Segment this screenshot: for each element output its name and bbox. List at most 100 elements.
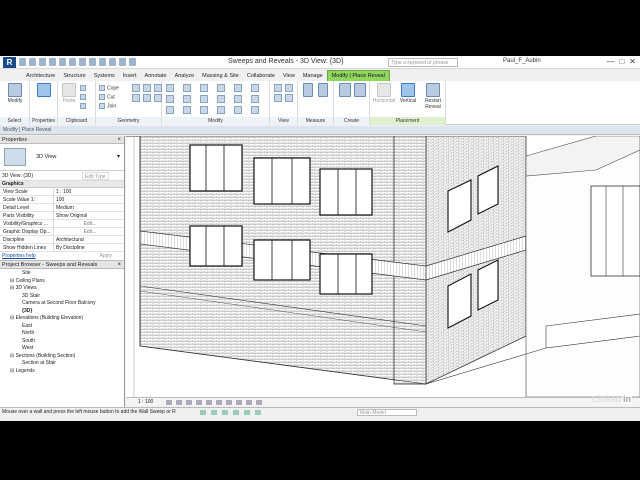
- tab-architecture[interactable]: Architecture: [22, 71, 59, 81]
- modify-button[interactable]: Modify: [4, 83, 26, 104]
- close-hidden-icon[interactable]: [129, 58, 136, 66]
- browser-item[interactable]: South: [0, 338, 124, 346]
- close-icon[interactable]: ✕: [629, 57, 636, 66]
- browser-item[interactable]: East: [0, 323, 124, 331]
- active-model-select[interactable]: Main Model: [357, 409, 417, 416]
- property-row[interactable]: View Scale 1 : 100: [0, 188, 124, 196]
- edit-button[interactable]: Edit...: [54, 228, 124, 235]
- thin-lines-icon[interactable]: [119, 58, 126, 66]
- hide-icon[interactable]: [274, 84, 282, 92]
- match-props-icon[interactable]: [80, 103, 88, 109]
- property-row[interactable]: Graphic Display Op... Edit...: [0, 228, 124, 236]
- building-model-drawing[interactable]: [126, 136, 640, 397]
- tab-systems[interactable]: Systems: [90, 71, 119, 81]
- browser-item[interactable]: Section at Stair: [0, 360, 124, 368]
- select-links-icon[interactable]: [222, 410, 228, 415]
- split-icon[interactable]: [234, 84, 242, 92]
- shadows-icon[interactable]: [196, 400, 202, 405]
- property-value[interactable]: By Discipline: [54, 244, 124, 251]
- dimension-button[interactable]: [317, 83, 329, 98]
- remove-paint-icon[interactable]: [154, 94, 162, 102]
- close-icon[interactable]: ×: [117, 136, 121, 144]
- property-value[interactable]: Architectural: [54, 236, 124, 243]
- join-button[interactable]: Join: [99, 103, 116, 109]
- delete-icon[interactable]: [234, 106, 242, 114]
- user-account[interactable]: Paul_F_Aubin: [503, 58, 541, 64]
- array-icon[interactable]: [234, 95, 242, 103]
- browser-item[interactable]: {3D}: [0, 308, 124, 316]
- cope-button[interactable]: Cope: [99, 85, 119, 91]
- tab-collaborate[interactable]: Collaborate: [243, 71, 279, 81]
- tab-modify-place-reveal[interactable]: Modify | Place Reveal: [326, 69, 390, 82]
- paint-icon[interactable]: [154, 84, 162, 92]
- cut-clip-icon[interactable]: [80, 85, 88, 91]
- undo-icon[interactable]: [39, 58, 46, 66]
- sun-path-icon[interactable]: [186, 400, 192, 405]
- dimension-icon[interactable]: [79, 58, 86, 66]
- print-icon[interactable]: [59, 58, 66, 66]
- search-input[interactable]: Type a keyword or phrase: [388, 58, 458, 67]
- mirror-axis-icon[interactable]: [200, 84, 208, 92]
- browser-item[interactable]: Camera at Second Floor Balcony: [0, 300, 124, 308]
- browser-item[interactable]: ⊟ Elevations (Building Elevation): [0, 315, 124, 323]
- 3d-view-icon[interactable]: [99, 58, 106, 66]
- restart-reveal-button[interactable]: Restart Reveal: [422, 83, 444, 110]
- tab-massing-site[interactable]: Massing & Site: [198, 71, 243, 81]
- trim-icon[interactable]: [217, 95, 225, 103]
- close-icon[interactable]: ×: [117, 261, 121, 269]
- isolate-icon[interactable]: [285, 94, 293, 102]
- filter-icon[interactable]: [255, 410, 261, 415]
- app-menu-button[interactable]: R: [3, 57, 16, 68]
- offset-icon[interactable]: [183, 84, 191, 92]
- design-options-icon[interactable]: [211, 410, 217, 415]
- edit-type-button[interactable]: Edit Type: [82, 172, 109, 180]
- tab-analyze[interactable]: Analyze: [171, 71, 199, 81]
- browser-item[interactable]: North: [0, 330, 124, 338]
- demolish-icon[interactable]: [132, 94, 140, 102]
- properties-button[interactable]: [35, 83, 53, 98]
- property-value[interactable]: 1 : 100: [54, 188, 124, 195]
- property-value[interactable]: 100: [54, 196, 124, 203]
- maximize-icon[interactable]: □: [619, 57, 624, 66]
- split-gap-icon[interactable]: [200, 106, 208, 114]
- minimize-icon[interactable]: —: [606, 57, 614, 66]
- hide-isolate-icon[interactable]: [246, 400, 252, 405]
- crop-icon[interactable]: [216, 400, 222, 405]
- property-value[interactable]: Medium: [54, 204, 124, 211]
- move-icon[interactable]: [166, 95, 174, 103]
- unjoin-icon[interactable]: [143, 94, 151, 102]
- tab-structure[interactable]: Structure: [59, 71, 89, 81]
- redo-icon[interactable]: [49, 58, 56, 66]
- vertical-button[interactable]: Vertical: [398, 83, 418, 104]
- rotate-icon[interactable]: [200, 95, 208, 103]
- align-icon[interactable]: [166, 84, 174, 92]
- browser-item[interactable]: West: [0, 345, 124, 353]
- override-icon[interactable]: [285, 84, 293, 92]
- property-row[interactable]: Discipline Architectural: [0, 236, 124, 244]
- save-icon[interactable]: [29, 58, 36, 66]
- wall-joins-icon[interactable]: [132, 84, 140, 92]
- view-scale[interactable]: 1 : 100: [138, 398, 153, 407]
- measure-distance-button[interactable]: [302, 83, 314, 98]
- measure-icon[interactable]: [69, 58, 76, 66]
- tab-insert[interactable]: Insert: [119, 71, 141, 81]
- browser-item[interactable]: Site: [0, 270, 124, 278]
- property-row[interactable]: Visibility/Graphics ... Edit...: [0, 220, 124, 228]
- show-crop-icon[interactable]: [226, 400, 232, 405]
- section-icon[interactable]: [109, 58, 116, 66]
- tab-manage[interactable]: Manage: [299, 71, 327, 81]
- property-row[interactable]: Show Hidden Lines By Discipline: [0, 244, 124, 252]
- text-icon[interactable]: [89, 58, 96, 66]
- property-row[interactable]: Parts Visibility Show Original: [0, 212, 124, 220]
- browser-item[interactable]: 3D Stair: [0, 293, 124, 301]
- paste-button[interactable]: Paste: [61, 83, 77, 104]
- browser-item[interactable]: ⊟ 3D Views: [0, 285, 124, 293]
- worksets-icon[interactable]: [200, 410, 206, 415]
- lock-view-icon[interactable]: [236, 400, 242, 405]
- pin-icon[interactable]: [251, 84, 259, 92]
- properties-help-link[interactable]: Properties help: [2, 253, 36, 259]
- select-underlay-icon[interactable]: [233, 410, 239, 415]
- split-face-icon[interactable]: [143, 84, 151, 92]
- render-icon[interactable]: [206, 400, 212, 405]
- instance-selector[interactable]: 3D View: {3D} Edit Type: [0, 171, 124, 181]
